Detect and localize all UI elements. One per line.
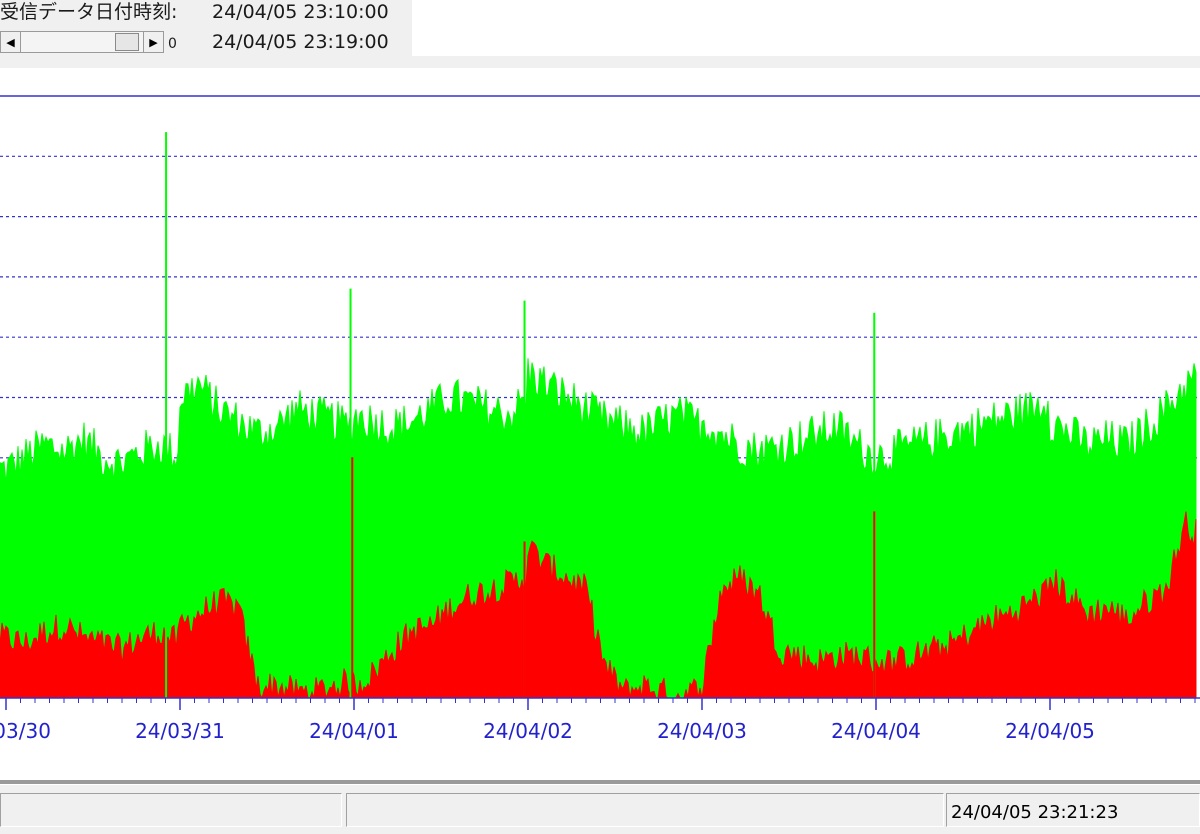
- horizontal-scrollbar[interactable]: ◀ ▶: [0, 31, 164, 53]
- arrow-right-icon: ▶: [149, 35, 158, 49]
- header-blank-area: [412, 0, 1200, 56]
- header-panel: 受信データ日付時刻: 24/04/05 23:10:00 24/04/05 23…: [0, 0, 412, 56]
- scroll-thumb[interactable]: [115, 33, 139, 51]
- status-bar: 24/04/05 23:21:23: [0, 784, 1200, 834]
- x-tick-label: 24/04/02: [483, 719, 573, 743]
- x-tick-label: 24/04/05: [1005, 719, 1095, 743]
- x-tick-label: 24/04/01: [309, 719, 399, 743]
- status-panel-clock: 24/04/05 23:21:23: [946, 793, 1200, 827]
- x-axis: 24/03/30 24/03/31 24/04/01 24/04/02 24/04/03…: [0, 697, 1200, 743]
- chart-area: 24/03/30 24/03/31 24/04/01 24/04/02 24/04/03…: [0, 68, 1200, 780]
- arrow-left-icon: ◀: [6, 35, 15, 49]
- status-panel-2: [346, 793, 944, 827]
- received-datetime-label: 受信データ日付時刻:: [0, 1, 178, 23]
- status-panel-1: [0, 793, 342, 827]
- x-tick-label: 24/04/03: [657, 719, 747, 743]
- status-time: 24/04/05 23:21:23: [951, 802, 1119, 823]
- scroll-left-button[interactable]: ◀: [1, 32, 21, 52]
- x-tick-label: 24/04/04: [831, 719, 921, 743]
- received-time-1: 24/04/05 23:10:00: [212, 1, 389, 23]
- scroll-right-button[interactable]: ▶: [143, 32, 163, 52]
- scroll-value: 0: [168, 36, 177, 52]
- stacked-area-chart: 24/03/30 24/03/31 24/04/01 24/04/02 24/04/03…: [0, 95, 1200, 743]
- x-tick-label: 24/03/31: [135, 719, 225, 743]
- received-time-2: 24/04/05 23:19:00: [212, 31, 389, 53]
- header-separator: [0, 56, 1200, 68]
- x-tick-label: 24/03/30: [0, 719, 51, 743]
